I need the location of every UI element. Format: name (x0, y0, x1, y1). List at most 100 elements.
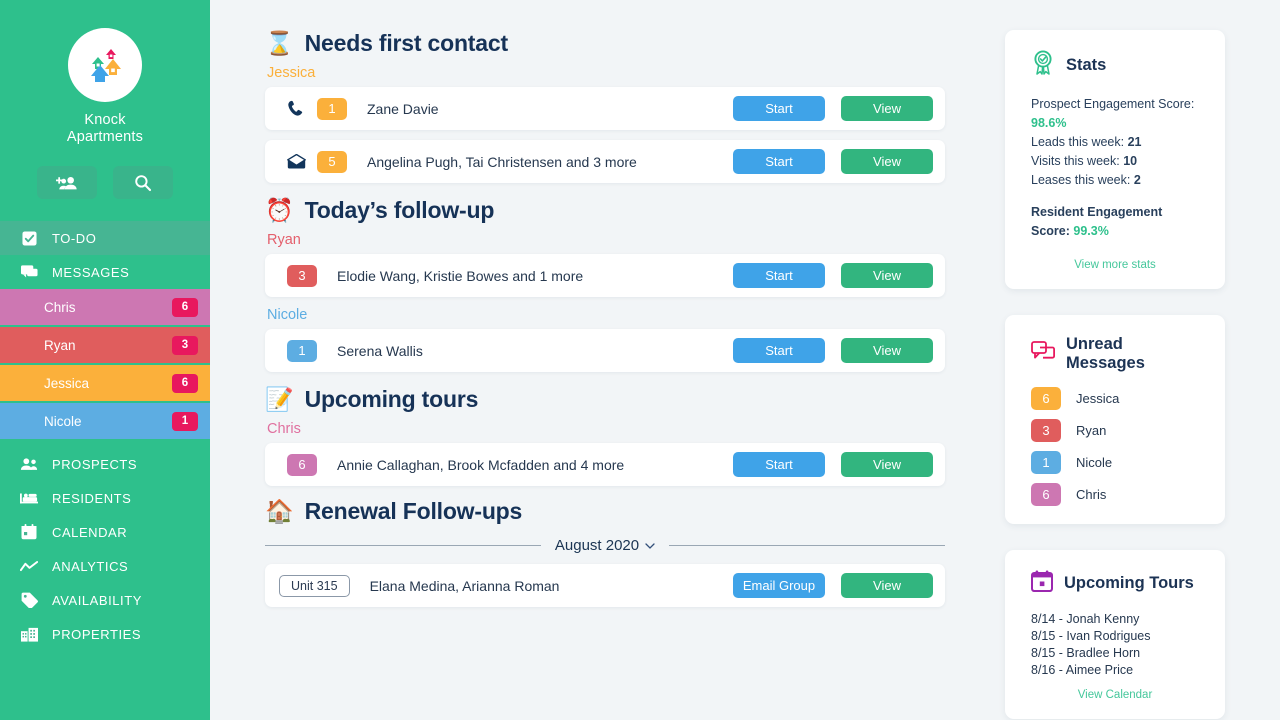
start-button[interactable]: Start (733, 452, 825, 477)
hourglass-icon: ⌛ (265, 30, 294, 56)
list-item[interactable]: 3 Ryan (1031, 419, 1199, 442)
sidebar-item-analytics[interactable]: ANALYTICS (0, 549, 210, 583)
table-row[interactable]: 3 Elodie Wang, Kristie Bowes and 1 more … (265, 254, 945, 297)
view-button[interactable]: View (841, 573, 933, 598)
sidebar-item-residents[interactable]: RESIDENTS (0, 481, 210, 515)
unread-user-name: Ryan (1076, 423, 1107, 438)
tour-item: 8/15 - Bradlee Horn (1031, 646, 1141, 660)
award-ribbon-icon (1031, 50, 1055, 81)
sidebar-item-properties[interactable]: PROPERTIES (0, 617, 210, 651)
view-button[interactable]: View (841, 263, 933, 288)
sidebar-item-to-do[interactable]: TO-DO (0, 221, 210, 255)
section-header: 🏠 Renewal Follow-ups (265, 498, 945, 525)
owner-label-jessica: Jessica (267, 65, 316, 81)
section-upcoming-tours: 📝 Upcoming tours Chris 6 Annie Callaghan… (265, 386, 945, 486)
start-button[interactable]: Start (733, 96, 825, 121)
stat-value: 98.6% (1031, 116, 1067, 130)
brand-title: Knock Apartments (67, 102, 143, 146)
owner-label-ryan: Ryan (267, 232, 301, 248)
table-row[interactable]: 1 Zane Davie Start View (265, 87, 945, 130)
list-item[interactable]: 1 Nicole (1031, 451, 1199, 474)
sidebar-user-chris[interactable]: Chris 6 (0, 289, 210, 325)
sidebar-item-label: PROPERTIES (52, 626, 142, 642)
list-item[interactable]: 6 Jessica (1031, 387, 1199, 410)
sidebar-user-nicole[interactable]: Nicole 1 (0, 403, 210, 439)
envelope-icon (287, 154, 317, 169)
bed-icon (20, 489, 38, 507)
stat-value: 10 (1123, 154, 1138, 168)
add-user-button[interactable] (37, 166, 97, 199)
unread-messages-card: Unread Messages 6 Jessica 3 Ryan 1 Nicol… (1005, 315, 1225, 524)
unread-count-badge: 6 (1031, 387, 1061, 410)
section-needs-first-contact: ⌛ Needs first contact Jessica 1 Zane Dav… (265, 30, 945, 183)
app-logo (68, 28, 142, 102)
email-group-button[interactable]: Email Group (733, 573, 825, 598)
sidebar-user-badge: 1 (172, 411, 198, 431)
right-rail: Stats Prospect Engagement Score: 98.6% L… (985, 0, 1280, 720)
row-count-badge: 3 (287, 264, 317, 287)
section-title: Needs first contact (304, 30, 508, 56)
sidebar-user-jessica[interactable]: Jessica 6 (0, 365, 210, 401)
view-button[interactable]: View (841, 338, 933, 363)
search-button[interactable] (113, 166, 173, 199)
sidebar-item-label: CALENDAR (52, 524, 128, 540)
search-icon (135, 174, 152, 191)
chevron-down-icon (645, 540, 655, 552)
sidebar-user-badge: 6 (172, 373, 198, 393)
sidebar-item-label: RESIDENTS (52, 490, 132, 506)
unread-count-badge: 1 (1031, 451, 1061, 474)
sidebar-item-availability[interactable]: AVAILABILITY (0, 583, 210, 617)
calendar-icon (20, 523, 38, 541)
view-calendar-link[interactable]: View Calendar (1031, 689, 1199, 701)
view-button[interactable]: View (841, 96, 933, 121)
card-title: Upcoming Tours (1064, 574, 1194, 592)
sidebar-item-calendar[interactable]: CALENDAR (0, 515, 210, 549)
view-button[interactable]: View (841, 149, 933, 174)
row-name: Serena Wallis (337, 342, 423, 359)
stat-resident-engagement: Resident Engagement Score: 99.3% (1031, 203, 1199, 241)
brand-line-1: Knock (84, 112, 126, 128)
view-button[interactable]: View (841, 452, 933, 477)
section-title: Renewal Follow-ups (304, 498, 523, 524)
row-count-badge: 1 (287, 339, 317, 362)
unread-count-badge: 3 (1031, 419, 1061, 442)
table-row[interactable]: Unit 315 Elana Medina, Arianna Roman Ema… (265, 564, 945, 607)
start-button[interactable]: Start (733, 149, 825, 174)
calendar-icon (1031, 570, 1053, 597)
phone-icon (287, 100, 317, 117)
row-name: Zane Davie (367, 100, 439, 117)
stat-label: Visits this week: (1031, 154, 1120, 168)
row-count-badge: 5 (317, 150, 347, 173)
people-icon (20, 455, 38, 473)
sidebar-user-ryan[interactable]: Ryan 3 (0, 327, 210, 363)
app-root: Knock Apartments TO-DO MESSAGES Chris 6 … (0, 0, 1280, 720)
table-row[interactable]: 6 Annie Callaghan, Brook Mcfadden and 4 … (265, 443, 945, 486)
sidebar-item-label: MESSAGES (52, 264, 130, 280)
sidebar-user-label: Nicole (44, 413, 82, 429)
sidebar-item-label: ANALYTICS (52, 558, 129, 574)
sidebar-nav: TO-DO MESSAGES Chris 6 Ryan 3 Jessica 6 (0, 221, 210, 651)
stat-leases: Leases this week: 2 (1031, 171, 1199, 190)
sidebar-item-messages[interactable]: MESSAGES (0, 255, 210, 289)
row-count-badge: 6 (287, 453, 317, 476)
stat-label: Leases this week: (1031, 173, 1131, 187)
month-selector[interactable]: August 2020 (555, 537, 655, 554)
unread-count-badge: 6 (1031, 483, 1061, 506)
divider-line-right (669, 545, 945, 546)
start-button[interactable]: Start (733, 338, 825, 363)
start-button[interactable]: Start (733, 263, 825, 288)
card-header: Unread Messages (1031, 335, 1199, 373)
table-row[interactable]: 5 Angelina Pugh, Tai Christensen and 3 m… (265, 140, 945, 183)
stats-card: Stats Prospect Engagement Score: 98.6% L… (1005, 30, 1225, 289)
stat-label: Prospect Engagement Score: (1031, 97, 1195, 111)
upcoming-tours-card: Upcoming Tours 8/14 - Jonah Kenny 8/15 -… (1005, 550, 1225, 719)
tour-item: 8/15 - Ivan Rodrigues (1031, 629, 1151, 643)
row-name: Elana Medina, Arianna Roman (369, 577, 560, 594)
list-item[interactable]: 6 Chris (1031, 483, 1199, 506)
table-row[interactable]: 1 Serena Wallis Start View (265, 329, 945, 372)
sidebar-item-prospects[interactable]: PROSPECTS (0, 447, 210, 481)
unread-user-name: Nicole (1076, 455, 1113, 470)
view-more-stats-link[interactable]: View more stats (1031, 259, 1199, 271)
row-name: Angelina Pugh, Tai Christensen and 3 mor… (367, 153, 637, 170)
checkbox-icon (20, 229, 38, 247)
